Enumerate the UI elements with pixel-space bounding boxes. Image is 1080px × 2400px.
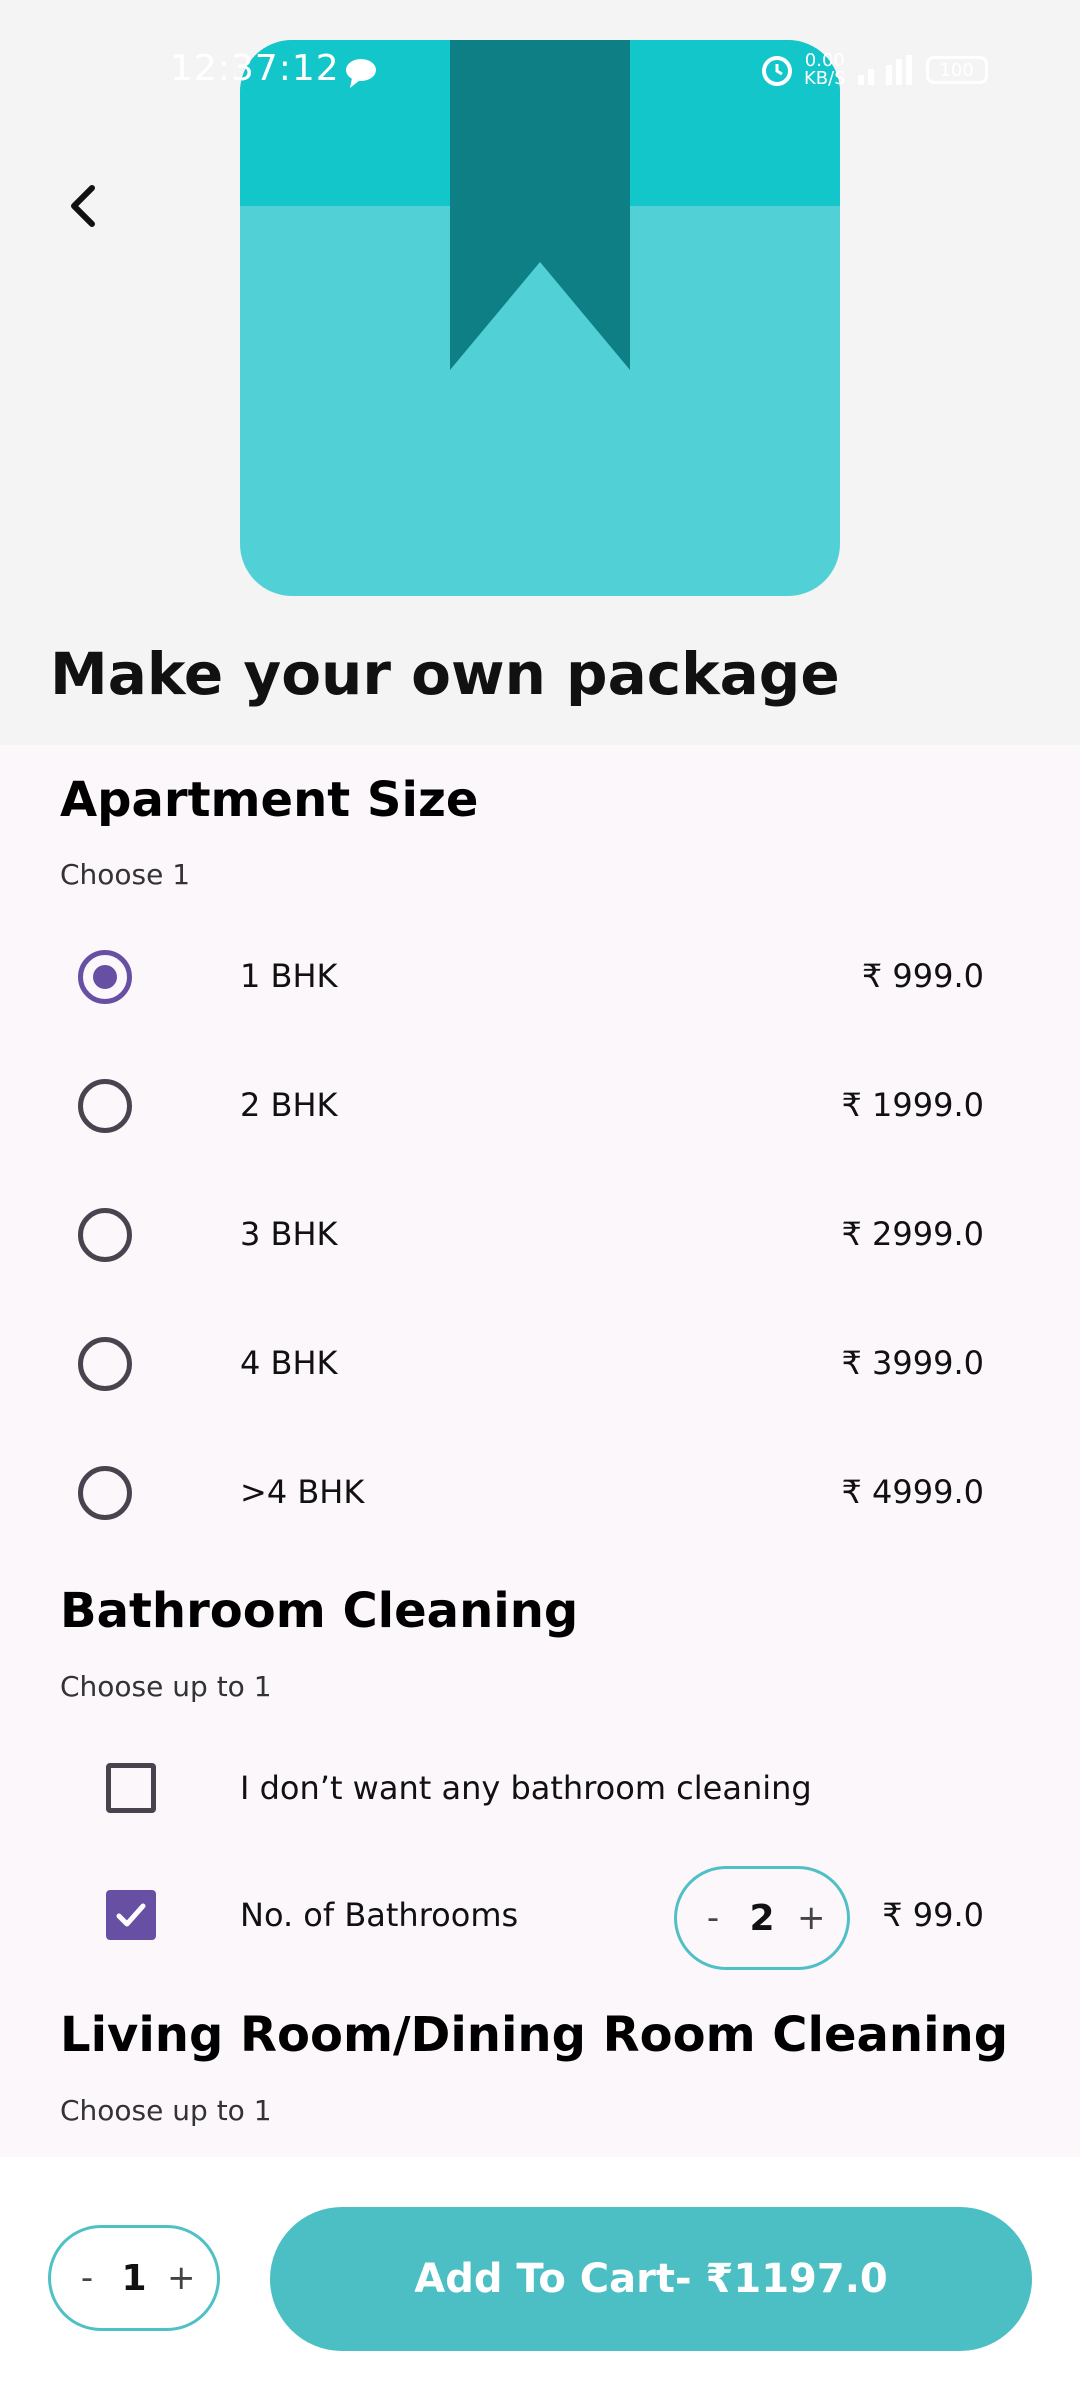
status-time: 12:37:12 [170,48,340,89]
net-speed: 0.00 KB/S [804,52,846,88]
radio-unselected[interactable] [78,1337,132,1391]
add-to-cart-button[interactable]: Add To Cart- ₹1197.0 [270,2207,1032,2351]
apartment-option-more-bhk[interactable]: >4 BHK ₹ 4999.0 [0,1443,1080,1543]
living-room-cleaning-title: Living Room/Dining Room Cleaning [60,2007,1009,2063]
signal-icon [857,55,912,85]
checkbox-unchecked[interactable] [106,1763,156,1813]
bathroom-cleaning-subtitle: Choose up to 1 [60,1670,272,1703]
radio-unselected[interactable] [78,1208,132,1262]
option-label: I don’t want any bathroom cleaning [240,1769,812,1807]
apartment-option-1bhk[interactable]: 1 BHK ₹ 999.0 [0,927,1080,1027]
option-label: >4 BHK [240,1473,365,1511]
option-label: 2 BHK [240,1086,338,1124]
option-price: ₹ 1999.0 [841,1086,985,1124]
option-label: 3 BHK [240,1215,338,1253]
radio-unselected[interactable] [78,1466,132,1520]
battery-icon: 100 [925,56,988,84]
option-price: ₹ 2999.0 [841,1215,985,1253]
option-price: ₹ 3999.0 [841,1344,985,1382]
apartment-option-2bhk[interactable]: 2 BHK ₹ 1999.0 [0,1056,1080,1156]
bathroom-count-option[interactable]: No. of Bathrooms - 2 + ₹ 99.0 [0,1866,1080,1970]
bathroom-count-stepper: - 2 + [674,1866,850,1970]
radio-unselected[interactable] [78,1079,132,1133]
quantity-decrement-button[interactable]: - [73,2258,101,2298]
option-label: No. of Bathrooms [240,1896,519,1934]
option-price: ₹ 99.0 [882,1896,984,1934]
option-label: 1 BHK [240,957,338,995]
quantity-value: 1 [121,2257,147,2299]
apartment-size-subtitle: Choose 1 [60,858,191,891]
checkbox-checked[interactable] [106,1890,156,1940]
check-icon [116,1903,146,1927]
bottom-bar: - 1 + Add To Cart- ₹1197.0 [0,2157,1080,2400]
alarm-icon [762,56,792,86]
status-bar: 12:37:12 0.00 KB/S 100 [0,0,1080,140]
living-room-cleaning-subtitle: Choose up to 1 [60,2094,272,2127]
apartment-option-3bhk[interactable]: 3 BHK ₹ 2999.0 [0,1185,1080,1285]
status-right: 0.00 KB/S 100 [760,48,988,92]
increment-button[interactable]: + [797,1898,826,1938]
package-options: Apartment Size Choose 1 1 BHK ₹ 999.0 2 … [0,745,1080,2157]
option-price: ₹ 999.0 [861,957,984,995]
chat-bubble-icon [346,59,376,88]
battery-level: 100 [939,59,974,81]
back-button[interactable] [46,168,122,244]
apartment-size-title: Apartment Size [60,772,479,828]
option-price: ₹ 4999.0 [841,1473,985,1511]
net-speed-unit: KB/S [804,68,846,89]
bathroom-cleaning-title: Bathroom Cleaning [60,1583,579,1639]
chevron-left-icon [71,185,95,227]
quantity-stepper: - 1 + [48,2225,220,2331]
decrement-button[interactable]: - [699,1898,727,1938]
option-label: 4 BHK [240,1344,338,1382]
radio-selected[interactable] [78,950,132,1004]
quantity-increment-button[interactable]: + [167,2258,196,2298]
apartment-option-4bhk[interactable]: 4 BHK ₹ 3999.0 [0,1314,1080,1414]
page-title: Make your own package [50,640,840,708]
bathroom-none-option[interactable]: I don’t want any bathroom cleaning [0,1739,1080,1839]
bathroom-count-value: 2 [749,1897,775,1939]
